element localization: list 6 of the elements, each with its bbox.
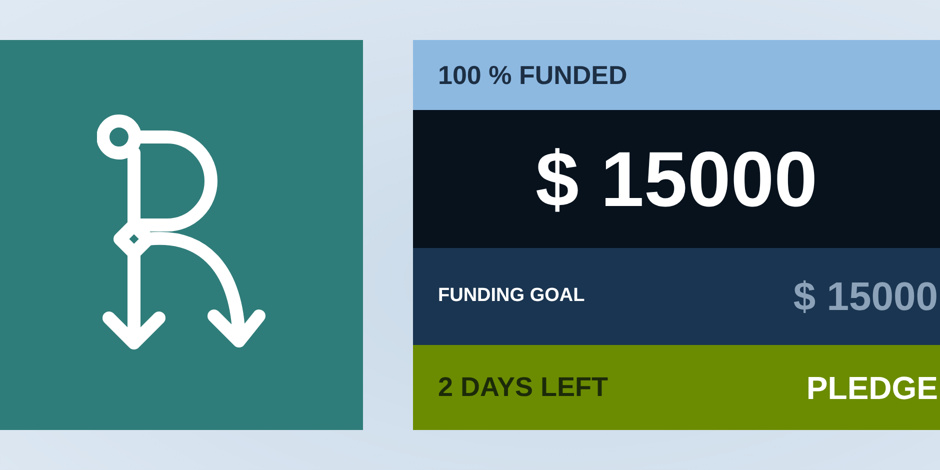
amount-raised: $ 15000 [536, 140, 818, 218]
pledge-link[interactable]: PLEDGE [806, 364, 938, 412]
funded-label: 100 % FUNDED [438, 58, 628, 92]
goal-amount: $ 15000 [793, 274, 938, 320]
days-left: 2 DAYS LEFT [438, 371, 608, 404]
goal-label: FUNDING GOAL [438, 284, 585, 308]
